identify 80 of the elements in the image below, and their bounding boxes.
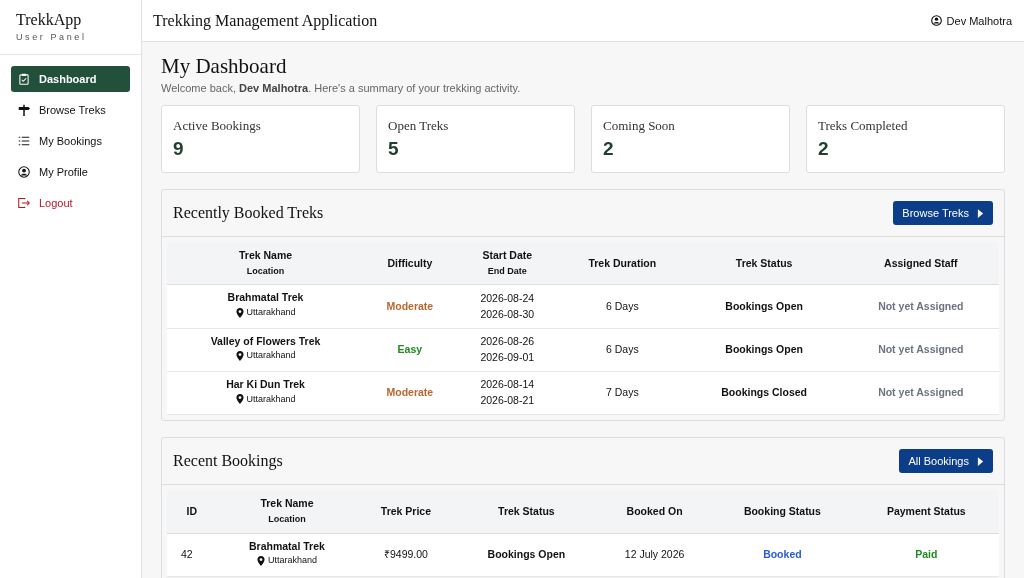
column-header: Trek Status [454,490,599,534]
brand-subtitle: User Panel [16,32,88,42]
table-cell: Bookings Closed [685,371,843,415]
column-header: Booked On [598,490,712,534]
trek-name: Har Ki Dun Trek [225,376,306,392]
table-cell: 12 July 2026 [598,533,712,577]
all-bookings-button[interactable]: All Bookings [899,449,993,474]
nav-item[interactable]: Logout [11,190,130,216]
table-cell: Bookings Open [454,533,599,577]
logout-icon [18,197,30,209]
column-header: Trek Name Location [167,242,365,285]
end-date: 2026-08-30 [479,306,536,322]
stat-label: Open Treks [388,118,450,134]
signpost-icon [18,104,30,116]
column-header: Difficulty [364,242,456,285]
location: Uttarakhand [256,554,317,568]
pin-icon [235,307,244,318]
trek-name: Valley of Flowers Trek [209,333,322,349]
table-cell: Bookings Open [685,328,843,372]
welcome-text: Welcome back, Dev Malhotra. Here's a summary of your trekking activity. [161,82,522,94]
column-header: Trek Status [685,242,843,285]
column-header: Trek Price [357,490,455,534]
pin-icon [235,351,244,362]
user-menu[interactable]: Dev Malhotra [930,14,1012,27]
stat-value: 2 [818,138,830,160]
column-header: Assigned Staff [842,242,999,285]
caret-icon [977,208,984,218]
column-header: Start Date End Date [455,242,559,285]
user-icon [18,166,30,178]
trek-name: Brahmatal Trek [226,290,305,306]
browse-treks-button[interactable]: Browse Treks [893,201,993,225]
table-cell: 7 Days [558,371,686,415]
list-icon [18,135,30,147]
stat-value: 2 [603,138,615,160]
start-date: 2026-08-26 [479,334,536,350]
nav-item[interactable]: My Profile [11,159,130,185]
table-cell: Not yet Assigned [842,328,999,372]
stat-value: 5 [388,138,400,160]
nav-item[interactable]: My Bookings [11,128,130,154]
difficulty: Moderate [386,386,434,399]
table-cell: ₹9499.00 [357,533,455,577]
difficulty: Easy [397,342,423,355]
end-date: 2026-09-01 [479,349,536,365]
app-title: Trekking Management Application [153,11,378,30]
column-header: Booking Status [711,490,854,534]
panel-title: Recently Booked Treks [173,204,324,222]
start-date: 2026-08-14 [479,377,536,393]
location: Uttarakhand [235,392,296,407]
clipboard-icon [18,73,30,85]
stat-label: Active Bookings [173,118,262,134]
payment-status: Paid [915,547,938,560]
table-cell: Not yet Assigned [842,371,999,415]
location: Uttarakhand [235,349,296,363]
booking-status: Booked [763,547,802,560]
brand-title: TrekkApp [16,11,83,29]
end-date: 2026-08-21 [479,393,536,409]
start-date: 2026-08-24 [479,290,536,306]
trek-name: Brahmatal Trek [248,538,326,554]
caret-icon [977,456,984,466]
stat-label: Treks Completed [818,118,909,134]
column-header: Trek Name Location [216,490,358,534]
table-cell: 42 [167,533,217,577]
table-cell: Not yet Assigned [842,284,999,329]
column-header: Payment Status [853,490,999,534]
column-header: Trek Duration [558,242,686,285]
location: Uttarakhand [235,306,296,320]
user-icon [930,15,942,26]
difficulty: Moderate [386,299,434,312]
table-cell: 6 Days [558,328,686,372]
stat-label: Coming Soon [603,118,676,134]
table-cell: Bookings Open [685,284,843,329]
column-header: ID [167,490,217,534]
table-cell: 6 Days [558,284,686,329]
pin-icon [256,556,265,567]
page-title: My Dashboard [161,54,288,79]
panel-title: Recent Bookings [173,452,283,471]
nav-item[interactable]: Browse Treks [11,97,130,123]
nav-item[interactable]: Dashboard [11,66,130,92]
stat-value: 9 [173,138,185,160]
pin-icon [235,394,244,405]
